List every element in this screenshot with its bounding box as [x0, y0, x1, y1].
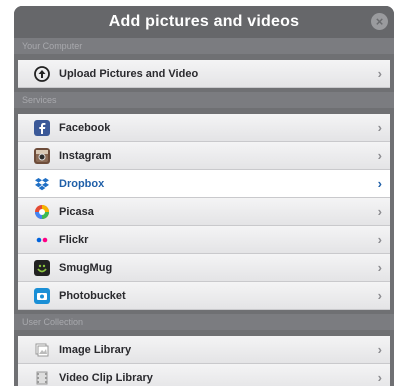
service-facebook[interactable]: Facebook ›	[18, 114, 390, 142]
service-label: Flickr	[59, 233, 89, 246]
video-library-icon	[34, 370, 50, 386]
instagram-icon	[34, 147, 50, 164]
service-label: Picasa	[59, 205, 94, 218]
add-media-dialog: Add pictures and videos × Your Computer …	[14, 6, 394, 386]
chevron-right-icon: ›	[377, 204, 382, 219]
service-picasa[interactable]: Picasa ›	[18, 198, 390, 226]
image-library-icon	[34, 342, 50, 358]
chevron-right-icon: ›	[377, 232, 382, 247]
dropbox-icon	[34, 176, 50, 192]
service-smugmug[interactable]: SmugMug ›	[18, 254, 390, 282]
section-header-computer: Your Computer	[14, 38, 394, 54]
dialog-title: Add pictures and videos	[108, 13, 300, 30]
close-icon[interactable]: ×	[371, 13, 388, 30]
library-label: Image Library	[59, 343, 132, 356]
chevron-right-icon: ›	[377, 342, 382, 357]
image-library-item[interactable]: Image Library ›	[18, 336, 390, 364]
chevron-right-icon: ›	[377, 66, 382, 81]
service-photobucket[interactable]: Photobucket ›	[18, 282, 390, 310]
flickr-icon	[34, 232, 50, 248]
service-label: Photobucket	[59, 289, 126, 302]
upload-label: Upload Pictures and Video	[59, 67, 199, 80]
service-dropbox[interactable]: Dropbox ›	[18, 170, 390, 198]
chevron-right-icon: ›	[377, 370, 382, 385]
chevron-right-icon: ›	[377, 260, 382, 275]
service-label: Instagram	[59, 149, 112, 162]
facebook-icon	[34, 119, 50, 136]
picasa-icon	[34, 204, 50, 220]
upload-icon	[34, 65, 50, 82]
smugmug-icon	[34, 259, 50, 276]
chevron-right-icon: ›	[377, 120, 382, 135]
section-header-collection: User Collection	[14, 314, 394, 330]
service-label: SmugMug	[59, 261, 113, 274]
upload-button[interactable]: Upload Pictures and Video ›	[18, 60, 390, 88]
chevron-right-icon: ›	[377, 288, 382, 303]
service-label: Dropbox	[59, 177, 105, 190]
photobucket-icon	[34, 287, 50, 304]
section-header-services: Services	[14, 92, 394, 108]
library-label: Video Clip Library	[59, 371, 153, 384]
video-library-item[interactable]: Video Clip Library ›	[18, 364, 390, 386]
dialog-titlebar: Add pictures and videos ×	[14, 6, 394, 38]
chevron-right-icon: ›	[377, 148, 382, 163]
service-label: Facebook	[59, 121, 111, 134]
chevron-right-icon: ›	[377, 176, 382, 191]
service-instagram[interactable]: Instagram ›	[18, 142, 390, 170]
service-flickr[interactable]: Flickr ›	[18, 226, 390, 254]
